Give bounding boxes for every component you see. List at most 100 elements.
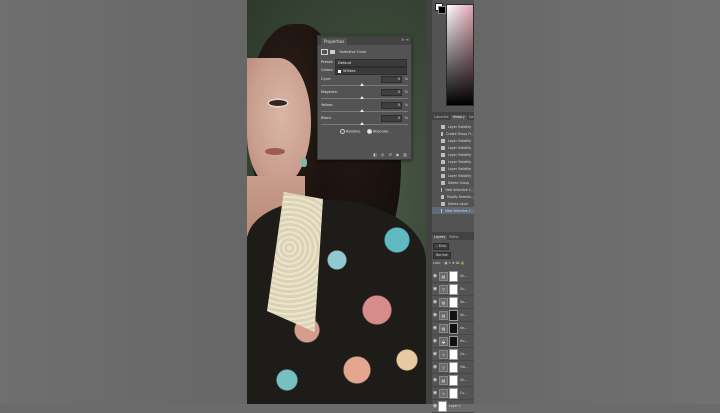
tab-history[interactable]: History	[450, 115, 467, 120]
history-item-label: Layer Visibility	[448, 173, 472, 178]
magenta-slider-thumb[interactable]	[360, 96, 364, 99]
magenta-value[interactable]: 0	[381, 89, 402, 96]
lock-icons[interactable]: ▦ ✎ ✥ ⌧ 🔒	[444, 261, 464, 265]
eye-icon[interactable]: ◉	[432, 390, 438, 396]
eye-icon[interactable]: ◉	[432, 377, 438, 383]
layer-mask-thumbnail[interactable]	[449, 309, 458, 321]
history-item[interactable]: Layer Visibility	[432, 172, 474, 179]
history-step-icon	[441, 201, 445, 206]
layer-row[interactable]: ◉ ◒ Hu...	[432, 335, 474, 348]
eye-icon[interactable]: ◉	[432, 312, 438, 318]
layer-row[interactable]: ◉ ∿ Co...	[432, 348, 474, 361]
layer-row[interactable]: ◉ ▤ Se...	[432, 309, 474, 322]
layer-mask-thumbnail[interactable]	[449, 322, 458, 334]
adjustment-title-row: Selective Color	[321, 49, 366, 55]
history-step-icon	[441, 145, 445, 150]
eye-icon[interactable]: ◉	[432, 325, 438, 331]
mask-icon	[330, 50, 336, 54]
layer-name: Co...	[460, 352, 468, 356]
layer-name: Gr...	[460, 287, 467, 291]
view-previous-icon[interactable]: ◎	[381, 152, 385, 157]
eye-icon[interactable]: ◉	[432, 338, 438, 344]
blend-mode-dropdown[interactable]: Normal	[433, 252, 451, 259]
magenta-unit: %	[404, 90, 408, 94]
eye-icon[interactable]: ◉	[432, 351, 438, 357]
magenta-slider-track[interactable]	[321, 98, 408, 99]
history-item[interactable]: Modify Selectiv...	[432, 193, 474, 200]
layer-row[interactable]: ◉ ∿ Cu...	[432, 387, 474, 400]
layer-mask-thumbnail[interactable]	[449, 374, 458, 386]
eye-icon[interactable]: ◉	[432, 299, 438, 305]
properties-panel[interactable]: Properties ✕ ≡ Selective Color Preset: D…	[317, 35, 412, 160]
history-item[interactable]: Layer Visibility	[432, 158, 474, 165]
eye-icon[interactable]: ◉	[432, 273, 438, 279]
layer-row[interactable]: ◉ ▽ Gr...	[432, 283, 474, 296]
layer-mask-thumbnail[interactable]	[449, 296, 458, 308]
preset-dropdown[interactable]: Default	[335, 59, 407, 67]
black-slider-thumb[interactable]	[360, 122, 364, 125]
preset-value: Default	[338, 61, 352, 65]
history-item[interactable]: Layer Visibility	[432, 137, 474, 144]
cyan-value[interactable]: 0	[381, 76, 402, 83]
clip-to-layer-icon[interactable]: ◧	[373, 152, 377, 157]
history-item[interactable]: Delete Group	[432, 179, 474, 186]
layer-row[interactable]: ◉ ▤ Se...	[432, 296, 474, 309]
history-item[interactable]: Create Group Fr...	[432, 130, 474, 137]
color-picker-field[interactable]	[446, 4, 474, 106]
magenta-label: Magenta:	[321, 90, 338, 94]
yellow-slider-thumb[interactable]	[360, 109, 364, 112]
tab-libraries[interactable]: Libraries	[432, 115, 451, 120]
history-list[interactable]: Layer Visibility Create Group Fr... Laye…	[432, 123, 474, 223]
black-slider-track[interactable]	[321, 124, 408, 125]
eye-icon[interactable]: ◉	[432, 364, 438, 370]
properties-tab[interactable]: Properties	[321, 38, 348, 45]
layer-thumbnail[interactable]	[438, 400, 447, 412]
history-item[interactable]: New Selective C...	[432, 186, 474, 193]
eye-icon[interactable]: ◉	[432, 286, 438, 292]
layer-mask-thumbnail[interactable]	[449, 283, 458, 295]
properties-header[interactable]: Properties ✕ ≡	[318, 36, 411, 45]
history-item[interactable]: Delete Layer	[432, 200, 474, 207]
layer-row[interactable]: ◉ ▽ Vib...	[432, 361, 474, 374]
layer-mask-thumbnail[interactable]	[449, 361, 458, 373]
relative-radio[interactable]	[340, 129, 345, 134]
yellow-value[interactable]: 0	[381, 102, 402, 109]
history-item-selected[interactable]: New Selective C...	[432, 207, 474, 214]
trash-icon[interactable]: ▥	[403, 152, 407, 157]
absolute-radio[interactable]	[366, 129, 372, 134]
panel-menu-icon[interactable]: ✕ ≡	[401, 37, 409, 42]
vibrance-icon: ▽	[439, 362, 448, 372]
layer-mask-thumbnail[interactable]	[449, 335, 458, 347]
yellow-slider-track[interactable]	[321, 111, 408, 112]
layer-mask-thumbnail[interactable]	[449, 348, 458, 360]
visibility-icon[interactable]: ◉	[396, 152, 400, 157]
layer-row[interactable]: ◉ ▤ Se...	[432, 270, 474, 283]
background-color-swatch[interactable]	[438, 6, 446, 14]
letterbox-right	[474, 0, 720, 404]
tab-swatches[interactable]: Sw	[467, 115, 474, 120]
layer-row[interactable]: ◉ ▤ Se...	[432, 322, 474, 335]
layer-row[interactable]: ◉ Layer 1	[432, 400, 474, 413]
history-item[interactable]: Layer Visibility	[432, 165, 474, 172]
cyan-slider-track[interactable]	[321, 85, 408, 86]
selective-color-icon: ▤	[439, 323, 448, 333]
cyan-slider-thumb[interactable]	[360, 83, 364, 86]
history-step-icon	[441, 208, 443, 213]
history-item[interactable]: Layer Visibility	[432, 144, 474, 151]
curves-icon: ∿	[439, 388, 448, 398]
layer-row[interactable]: ◉ ▤ Se...	[432, 374, 474, 387]
colors-dropdown[interactable]: Whites	[335, 67, 407, 75]
history-step-icon	[441, 131, 444, 136]
black-value[interactable]: 0	[381, 115, 402, 122]
layer-mask-thumbnail[interactable]	[449, 270, 458, 282]
history-item[interactable]: Layer Visibility	[432, 151, 474, 158]
history-step-icon	[441, 187, 443, 192]
kind-filter-dropdown[interactable]: ⌕ Kind	[433, 243, 449, 250]
reset-icon[interactable]: ↺	[388, 152, 391, 157]
selective-color-icon: ▤	[439, 297, 448, 307]
history-item[interactable]: Layer Visibility	[432, 123, 474, 130]
selective-color-icon: ▤	[439, 375, 448, 385]
kind-filter-value: Kind	[438, 244, 446, 248]
layer-mask-thumbnail[interactable]	[449, 387, 458, 399]
method-row: Relative Absolute	[340, 129, 389, 134]
